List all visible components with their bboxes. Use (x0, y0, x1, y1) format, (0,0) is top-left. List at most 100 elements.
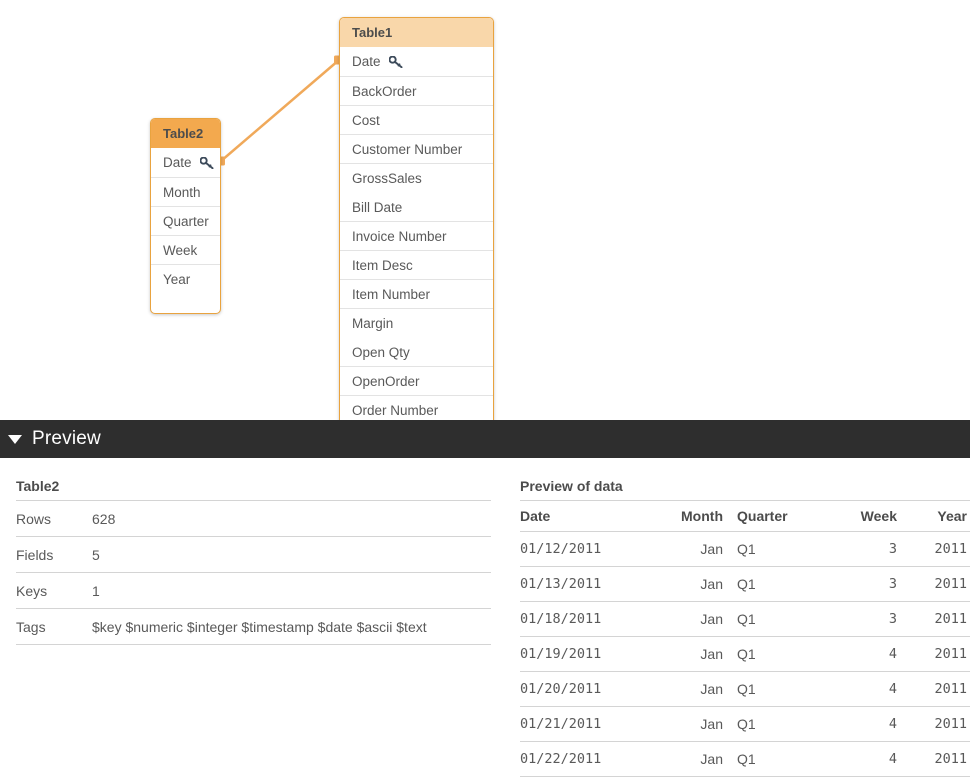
cell-week: 3 (835, 531, 903, 567)
triangle-down-icon[interactable] (8, 434, 22, 444)
field-label: Date (163, 155, 192, 170)
cell-date: 01/22/2011 (520, 741, 651, 777)
column-header-week[interactable]: Week (835, 500, 903, 532)
metadata-value: $key $numeric $integer $timestamp $date … (92, 608, 491, 645)
field-list: Date BackOrder Cost Customer Number Gros… (340, 47, 493, 420)
metadata-value: 5 (92, 536, 491, 573)
cell-month: Jan (651, 671, 729, 707)
field-row[interactable]: Margin (340, 308, 493, 337)
column-header-year[interactable]: Year (903, 500, 970, 532)
field-row[interactable]: OpenOrder (340, 366, 493, 395)
metadata-label: Fields (16, 536, 92, 573)
field-label: Year (163, 271, 191, 287)
table-row: Rows 628 (16, 500, 491, 537)
field-label: GrossSales (352, 170, 422, 186)
column-header-month[interactable]: Month (651, 500, 729, 532)
cell-week: 3 (835, 601, 903, 637)
field-row[interactable]: Quarter (151, 206, 220, 235)
field-label: Month (163, 184, 201, 200)
cell-quarter: Q1 (729, 741, 835, 777)
table-card-title: Table2 (151, 119, 220, 148)
cell-month: Jan (651, 636, 729, 672)
field-row[interactable]: Customer Number (340, 134, 493, 163)
table-card-title: Table1 (340, 18, 493, 47)
field-row[interactable]: BackOrder (340, 76, 493, 105)
field-list: Date Month Quarter Week Year (151, 148, 220, 293)
field-row[interactable]: Open Qty (340, 337, 493, 366)
field-label: Item Desc (352, 257, 413, 273)
field-label: OpenOrder (352, 373, 420, 389)
column-header-date[interactable]: Date (520, 500, 651, 532)
column-header-quarter[interactable]: Quarter (729, 500, 835, 532)
cell-quarter: Q1 (729, 531, 835, 567)
data-model-canvas[interactable]: Table1 Date BackOrder Cost Customer Numb… (0, 0, 970, 420)
field-row[interactable]: Date (151, 148, 220, 177)
key-icon (199, 156, 214, 169)
table-row: Keys 1 (16, 572, 491, 609)
field-label: Quarter (163, 213, 209, 229)
key-icon (388, 55, 403, 68)
cell-date: 01/18/2011 (520, 601, 651, 637)
data-preview-table: Date Month Quarter Week Year 01/12/2011 … (520, 500, 970, 777)
field-row[interactable]: Item Desc (340, 250, 493, 279)
field-row[interactable]: Month (151, 177, 220, 206)
table-header-row: Date Month Quarter Week Year (520, 500, 970, 532)
field-label: Margin (352, 315, 394, 331)
field-row[interactable]: Bill Date (340, 192, 493, 221)
field-label: BackOrder (352, 83, 417, 99)
metadata-label: Rows (16, 500, 92, 537)
cell-week: 4 (835, 706, 903, 742)
table-row: 01/19/2011 Jan Q1 4 2011 (520, 636, 970, 672)
field-row[interactable]: Date (340, 47, 493, 76)
table-row: Tags $key $numeric $integer $timestamp $… (16, 608, 491, 645)
cell-quarter: Q1 (729, 706, 835, 742)
table-row: 01/20/2011 Jan Q1 4 2011 (520, 671, 970, 707)
cell-date: 01/19/2011 (520, 636, 651, 672)
cell-date: 01/20/2011 (520, 671, 651, 707)
field-row[interactable]: Cost (340, 105, 493, 134)
cell-date: 01/13/2011 (520, 566, 651, 602)
field-label: Customer Number (352, 141, 463, 157)
data-preview-title: Preview of data (520, 478, 623, 494)
field-row[interactable]: Item Number (340, 279, 493, 308)
field-label: Cost (352, 112, 380, 128)
cell-month: Jan (651, 741, 729, 777)
field-row[interactable]: Year (151, 264, 220, 293)
field-label: Bill Date (352, 199, 403, 215)
table-row: 01/12/2011 Jan Q1 3 2011 (520, 531, 970, 567)
cell-year: 2011 (903, 741, 970, 777)
preview-panel-header[interactable]: Preview (0, 420, 970, 458)
field-label: Open Qty (352, 344, 410, 360)
table-card-table1[interactable]: Table1 Date BackOrder Cost Customer Numb… (339, 17, 494, 420)
metadata-label: Tags (16, 608, 92, 645)
cell-date: 01/21/2011 (520, 706, 651, 742)
field-row[interactable]: GrossSales (340, 163, 493, 192)
metadata-label: Keys (16, 572, 92, 609)
preview-panel-title: Preview (32, 428, 101, 449)
field-row[interactable]: Invoice Number (340, 221, 493, 250)
cell-month: Jan (651, 601, 729, 637)
cell-year: 2011 (903, 636, 970, 672)
table-row: 01/18/2011 Jan Q1 3 2011 (520, 601, 970, 637)
cell-week: 4 (835, 741, 903, 777)
cell-date: 01/12/2011 (520, 531, 651, 567)
cell-year: 2011 (903, 531, 970, 567)
cell-month: Jan (651, 706, 729, 742)
cell-week: 3 (835, 566, 903, 602)
field-row[interactable]: Week (151, 235, 220, 264)
table-row: 01/13/2011 Jan Q1 3 2011 (520, 566, 970, 602)
cell-year: 2011 (903, 706, 970, 742)
cell-quarter: Q1 (729, 636, 835, 672)
cell-month: Jan (651, 566, 729, 602)
table-row: 01/21/2011 Jan Q1 4 2011 (520, 706, 970, 742)
cell-week: 4 (835, 636, 903, 672)
metadata-value: 628 (92, 500, 491, 537)
field-row[interactable]: Order Number (340, 395, 493, 420)
field-label: Order Number (352, 402, 439, 418)
metadata-table: Rows 628 Fields 5 Keys 1 Tags $key $nume… (16, 500, 491, 645)
field-label: Item Number (352, 286, 431, 302)
field-label: Week (163, 242, 198, 258)
table-card-table2[interactable]: Table2 Date Month Quarter Week Year (150, 118, 221, 314)
table-row: 01/22/2011 Jan Q1 4 2011 (520, 741, 970, 777)
cell-year: 2011 (903, 671, 970, 707)
